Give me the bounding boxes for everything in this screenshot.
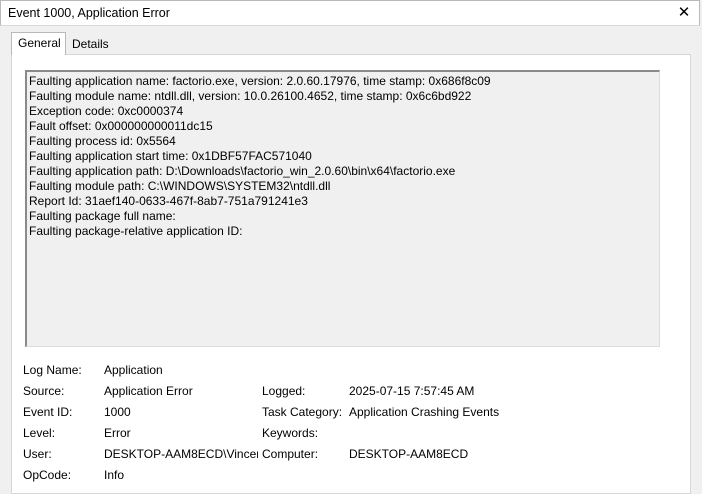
- logged-label: Logged:: [262, 384, 306, 398]
- logged-value[interactable]: 2025-07-15 7:57:45 AM: [349, 384, 474, 398]
- opcode-value[interactable]: Info: [104, 468, 124, 482]
- tab-general[interactable]: General: [11, 32, 66, 55]
- event-description-textbox[interactable]: Faulting application name: factorio.exe,…: [25, 70, 660, 347]
- description-line: Exception code: 0xc0000374: [29, 104, 184, 118]
- user-value[interactable]: DESKTOP-AAM8ECD\Vincen: [104, 447, 258, 461]
- description-line: Faulting application name: factorio.exe,…: [29, 74, 491, 88]
- description-line: Faulting application start time: 0x1DBF5…: [29, 149, 312, 163]
- user-label: User:: [23, 447, 52, 461]
- task-category-label: Task Category:: [262, 405, 343, 419]
- keywords-label: Keywords:: [262, 426, 319, 440]
- source-label: Source:: [23, 384, 65, 398]
- source-value[interactable]: Application Error: [104, 384, 193, 398]
- computer-label: Computer:: [262, 447, 319, 461]
- log-name-value[interactable]: Application: [104, 363, 163, 377]
- description-line: Faulting process id: 0x5564: [29, 134, 176, 148]
- description-line: Faulting package-relative application ID…: [29, 224, 243, 238]
- computer-value[interactable]: DESKTOP-AAM8ECD: [349, 447, 468, 461]
- description-line: Fault offset: 0x000000000011dc15: [29, 119, 213, 133]
- opcode-label: OpCode:: [23, 468, 72, 482]
- tab-details[interactable]: Details: [66, 34, 112, 56]
- description-line: Faulting package full name:: [29, 209, 176, 223]
- event-id-value[interactable]: 1000: [104, 405, 131, 419]
- description-line: Report Id: 31aef140-0633-467f-8ab7-751a7…: [29, 194, 308, 208]
- level-label: Level:: [23, 426, 56, 440]
- title-bar: Event 1000, Application Error ✕: [0, 0, 700, 26]
- event-id-label: Event ID:: [23, 405, 73, 419]
- description-line: Faulting module path: C:\WINDOWS\SYSTEM3…: [29, 179, 331, 193]
- level-value[interactable]: Error: [104, 426, 131, 440]
- description-line: Faulting application path: D:\Downloads\…: [29, 164, 456, 178]
- log-name-label: Log Name:: [23, 363, 82, 377]
- window-title: Event 1000, Application Error: [8, 6, 170, 20]
- task-category-value[interactable]: Application Crashing Events: [349, 405, 499, 419]
- description-line: Faulting module name: ntdll.dll, version…: [29, 89, 472, 103]
- close-icon[interactable]: ✕: [675, 4, 693, 22]
